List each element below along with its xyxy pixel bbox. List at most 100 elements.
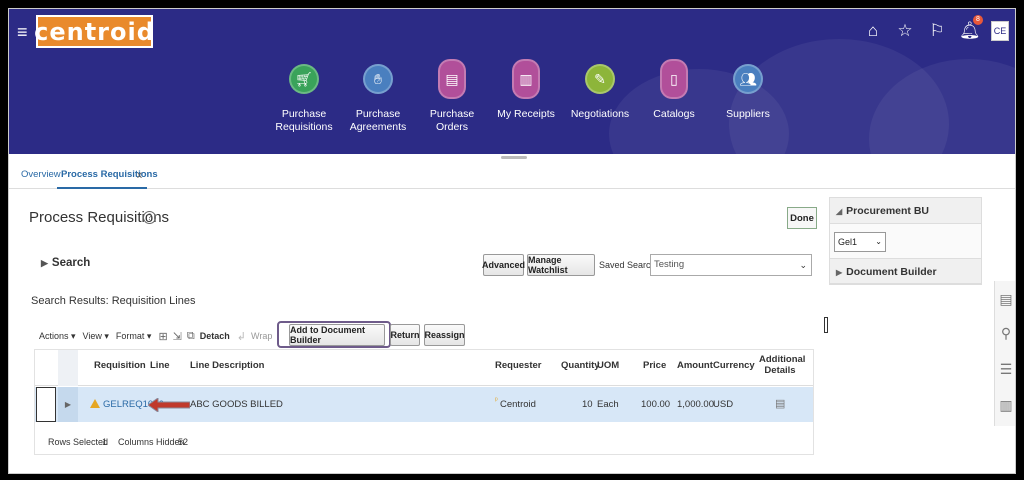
col-requisition[interactable]: Requisition xyxy=(94,360,146,371)
chevron-down-icon: ⌄ xyxy=(875,237,882,246)
col-additional-details[interactable]: Additional Details xyxy=(759,354,805,376)
nav-label: Catalogs xyxy=(653,108,695,120)
wrap-button: Wrap xyxy=(250,331,273,341)
columns-hidden-label: Columns Hidden xyxy=(118,437,185,447)
col-line[interactable]: Line xyxy=(150,360,170,371)
header-actions: ⌂ ☆ ⚐ 🔔︎ 8 CE xyxy=(863,15,1009,41)
warning-icon xyxy=(90,399,100,408)
bell-icon[interactable]: 🔔︎ 8 xyxy=(959,15,983,41)
freeze-icon[interactable]: ⊞ xyxy=(158,330,167,343)
chart-icon[interactable]: ▥ xyxy=(998,397,1014,413)
cell-requester: Centroid xyxy=(500,399,536,410)
col-currency[interactable]: Currency xyxy=(713,360,755,371)
nav-label: Purchase Agreements xyxy=(349,108,407,133)
cell-price: 100.00 xyxy=(641,399,671,410)
nav-catalogs[interactable]: ▯ Catalogs xyxy=(637,59,711,134)
tab-bar: Overview Process Requisitions x xyxy=(9,161,1015,189)
avatar[interactable]: CE xyxy=(991,21,1009,41)
expand-icon: ▶ xyxy=(836,268,843,277)
panel-splitter-handle[interactable] xyxy=(824,317,828,333)
saved-search-value: Testing xyxy=(654,259,685,270)
app-window: ≡ CENTROID ⌂ ☆ ⚐ 🔔︎ 8 CE 🛒︎ Purchase Requ… xyxy=(8,8,1016,474)
handshake-icon: ✋︎ xyxy=(363,64,393,94)
nav-my-receipts[interactable]: ▥ My Receipts xyxy=(489,59,563,134)
saved-search-label: Saved Search xyxy=(599,260,656,270)
help-icon[interactable]: ? xyxy=(143,211,156,224)
cell-currency: USD xyxy=(713,399,734,410)
document-icon: ▤ xyxy=(438,59,466,99)
col-amount[interactable]: Amount xyxy=(677,360,713,371)
nav-label: Suppliers xyxy=(726,108,770,120)
menu-icon[interactable]: ≡ xyxy=(17,23,28,41)
nav-purchase-orders[interactable]: ▤ Purchase Orders xyxy=(415,59,489,134)
contextual-panel: ◢ Procurement BU Gel1 ⌄ ▶ Document Builder xyxy=(829,197,982,285)
nav-label: Purchase Requisitions xyxy=(275,108,333,133)
nav-suppliers[interactable]: 👥︎ Suppliers xyxy=(711,64,785,134)
col-uom[interactable]: UOM xyxy=(597,360,619,371)
cell-line-description: ABC GOODS BILLED xyxy=(190,399,283,410)
collapse-icon: ◢ xyxy=(836,207,843,216)
detach-icon[interactable]: ⧉ xyxy=(187,330,195,343)
row-expand-icon[interactable]: ▶ xyxy=(58,387,78,422)
done-button[interactable]: Done xyxy=(787,207,817,229)
search-icon[interactable]: ⚲ xyxy=(998,325,1014,341)
procurement-bu-value: Gel1 xyxy=(838,237,858,247)
tab-overview[interactable]: Overview xyxy=(21,169,61,180)
brand-logo[interactable]: CENTROID xyxy=(34,15,155,48)
search-disclosure[interactable]: ▶ Search xyxy=(41,257,90,269)
table-toolbar: Actions ▾ View ▾ Format ▾ ⊞ ⇲ ⧉ Detach ↲… xyxy=(39,327,279,345)
details-icon[interactable]: ▤ xyxy=(775,397,785,410)
return-button[interactable]: Return xyxy=(390,324,420,346)
suppliers-icon: 👥︎ xyxy=(733,64,763,94)
person-icon: ᵖ xyxy=(495,397,498,404)
nav-negotiations[interactable]: ✎ Negotiations xyxy=(563,64,637,134)
cell-amount: 1,000.00 xyxy=(677,399,714,410)
document-builder-label: Document Builder xyxy=(846,266,937,278)
actions-menu[interactable]: Actions ▾ xyxy=(39,331,76,342)
requisition-lines-table: Requisition Line Line Description Reques… xyxy=(34,349,814,455)
flag-icon[interactable]: ⚐ xyxy=(927,21,947,41)
home-icon[interactable]: ⌂ xyxy=(863,21,883,41)
chevron-down-icon: ⌄ xyxy=(799,260,807,270)
detach-button[interactable]: Detach xyxy=(200,331,230,341)
brand-logo-text: CENTROID xyxy=(34,17,155,46)
active-tab-indicator xyxy=(57,187,147,189)
nav-purchase-requisitions[interactable]: 🛒︎ Purchase Requisitions xyxy=(267,64,341,134)
columns-hidden-value: 52 xyxy=(178,437,189,447)
rows-selected-value: 1 xyxy=(102,437,108,447)
reassign-button[interactable]: Reassign xyxy=(424,324,465,346)
col-quantity[interactable]: Quantity xyxy=(561,360,600,371)
col-price[interactable]: Price xyxy=(643,360,666,371)
results-heading: Search Results: Requisition Lines xyxy=(31,295,196,307)
star-icon[interactable]: ☆ xyxy=(895,21,915,41)
table-header: Requisition Line Line Description Reques… xyxy=(35,350,813,386)
side-tool-strip: ▤ ⚲ ☰ ▥ xyxy=(994,281,1015,426)
nav-purchase-agreements[interactable]: ✋︎ Purchase Agreements xyxy=(341,64,415,134)
col-requester[interactable]: Requester xyxy=(495,360,541,371)
col-line-description[interactable]: Line Description xyxy=(190,360,264,371)
saved-search-select[interactable]: Testing ⌄ xyxy=(650,254,812,276)
catalog-icon: ▯ xyxy=(660,59,688,99)
manage-watchlist-button[interactable]: Manage Watchlist xyxy=(527,254,595,276)
nav-label: Negotiations xyxy=(570,108,630,120)
cell-uom: Each xyxy=(597,399,619,410)
procurement-bu-header[interactable]: ◢ Procurement BU xyxy=(830,198,981,224)
tab-close-icon[interactable]: x xyxy=(137,170,142,181)
negotiation-icon: ✎ xyxy=(585,64,615,94)
row-selector[interactable] xyxy=(36,387,56,422)
receipt-icon: ▥ xyxy=(512,59,540,99)
tab-process-requisitions[interactable]: Process Requisitions xyxy=(61,169,158,180)
springboard-scroll-indicator[interactable] xyxy=(501,156,527,159)
nav-label: Purchase Orders xyxy=(429,108,475,133)
format-menu[interactable]: Format ▾ xyxy=(116,331,152,342)
advanced-button[interactable]: Advanced xyxy=(482,254,525,276)
document-builder-header[interactable]: ▶ Document Builder xyxy=(830,258,981,284)
list-icon[interactable]: ☰ xyxy=(998,361,1014,377)
rows-selected-label: Rows Selected xyxy=(48,437,109,447)
procurement-bu-select[interactable]: Gel1 ⌄ xyxy=(834,232,886,252)
document-icon[interactable]: ▤ xyxy=(998,291,1014,307)
springboard-nav: 🛒︎ Purchase Requisitions ✋︎ Purchase Agr… xyxy=(267,59,785,134)
view-menu[interactable]: View ▾ xyxy=(83,331,109,342)
expand-icon: ▶ xyxy=(41,258,48,268)
export-icon[interactable]: ⇲ xyxy=(173,330,182,343)
